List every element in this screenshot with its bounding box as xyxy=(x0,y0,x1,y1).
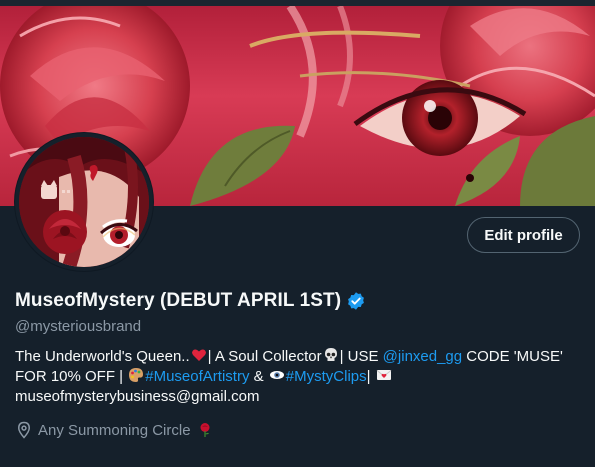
location-pin-icon xyxy=(15,421,33,439)
bio-text: | A Soul Collector xyxy=(207,348,322,365)
user-handle: @mysteriousbrand xyxy=(15,318,142,335)
bio-text: FOR 10% OFF | xyxy=(15,368,128,385)
bio-line-1: The Underworld's Queen.. | A Soul Collect… xyxy=(15,347,580,367)
name-row: MuseofMystery (DEBUT APRIL 1ST) xyxy=(15,290,366,312)
hashtag-link[interactable]: #MuseofArtistry xyxy=(145,368,249,385)
profile-location: Any Summoning Circle xyxy=(15,421,214,439)
edit-profile-button[interactable]: Edit profile xyxy=(467,217,580,253)
display-name: MuseofMystery (DEBUT APRIL 1ST) xyxy=(15,290,342,311)
rose-emoji-icon xyxy=(197,422,213,438)
avatar-image xyxy=(19,137,149,267)
skull-emoji-icon xyxy=(323,347,339,363)
mention-link[interactable]: @jinxed_gg xyxy=(383,348,462,365)
bio-line-2: FOR 10% OFF | #MuseofArtistry & #MystyCl… xyxy=(15,367,580,387)
profile-page: Edit profile MuseofMystery (DEBUT APRIL … xyxy=(0,0,595,467)
bio-text: | xyxy=(366,368,375,385)
profile-bio: The Underworld's Queen.. | A Soul Collect… xyxy=(15,347,580,407)
bio-line-3: museofmysterybusiness@gmail.com xyxy=(15,388,260,405)
eye-emoji-icon xyxy=(269,367,285,383)
heart-emoji-icon xyxy=(191,347,207,363)
bio-text: | USE xyxy=(339,348,383,365)
love-letter-emoji-icon xyxy=(376,367,392,383)
location-text: Any Summoning Circle xyxy=(38,421,191,439)
bio-text: & xyxy=(249,368,268,385)
palette-emoji-icon xyxy=(128,367,144,383)
profile-avatar[interactable] xyxy=(15,133,153,271)
bio-text: CODE 'MUSE' xyxy=(462,348,563,365)
bio-text: The Underworld's Queen.. xyxy=(15,348,190,365)
hashtag-link[interactable]: #MystyClips xyxy=(286,368,367,385)
verified-badge-icon[interactable] xyxy=(346,291,366,311)
